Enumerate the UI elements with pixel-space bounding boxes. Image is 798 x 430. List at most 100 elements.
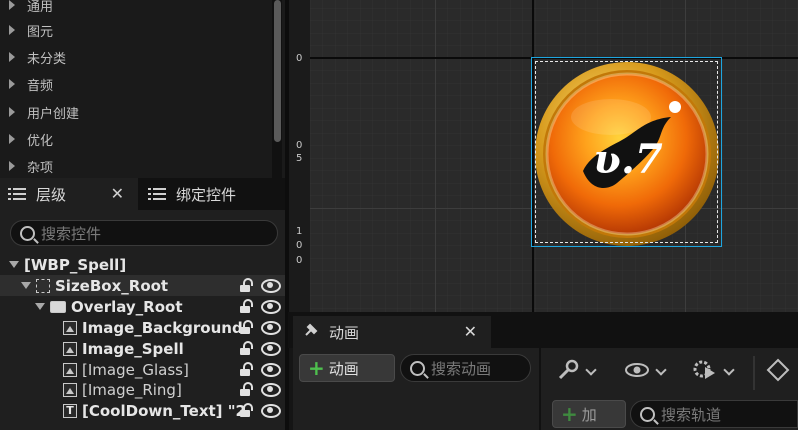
expand-arrow-icon[interactable] xyxy=(9,261,19,268)
visibility-dropdown[interactable] xyxy=(625,358,667,386)
lock-icon[interactable] xyxy=(240,320,253,334)
row-actions xyxy=(240,400,284,421)
tree-row-overlay-root[interactable]: Overlay_Root xyxy=(0,296,288,317)
tree-label: Overlay_Root xyxy=(71,297,183,316)
palette-scrollbar-thumb[interactable] xyxy=(274,0,281,142)
ruler-label: 5 xyxy=(296,153,303,164)
search-icon xyxy=(640,406,655,422)
palette-category-uncategorized[interactable]: 未分类 xyxy=(0,45,270,69)
category-label: 未分类 xyxy=(27,51,67,67)
tab-bind-widgets-label: 绑定控件 xyxy=(176,185,237,204)
visibility-eye-icon[interactable] xyxy=(261,278,281,293)
visibility-eye-icon[interactable] xyxy=(261,341,281,356)
diamond-icon xyxy=(766,358,790,387)
tree-label: SizeBox_Root xyxy=(55,276,169,295)
category-label: 音频 xyxy=(27,78,54,94)
hierarchy-tabbar: 层级 ✕ 绑定控件 xyxy=(0,178,288,210)
close-icon[interactable]: ✕ xyxy=(464,322,477,341)
widget-bounds xyxy=(535,61,718,243)
visibility-eye-icon[interactable] xyxy=(261,299,281,314)
palette-category-primitive[interactable]: 图元 xyxy=(0,18,270,42)
tree-row-image-background[interactable]: Image_Background xyxy=(0,317,288,338)
ruler-label: 0 xyxy=(296,53,303,64)
tree-row-wbp-spell[interactable]: [WBP_Spell] xyxy=(0,254,288,275)
search-widget-input[interactable]: 搜索控件 xyxy=(10,220,278,246)
palette-category-misc[interactable]: 杂项 xyxy=(0,154,270,178)
palette-category-audio[interactable]: 音频 xyxy=(0,72,270,96)
eye-icon xyxy=(625,362,649,383)
image-widget-icon xyxy=(63,320,77,335)
expand-arrow-icon[interactable] xyxy=(9,134,15,144)
expand-arrow-icon[interactable] xyxy=(9,0,15,10)
expand-arrow-icon[interactable] xyxy=(9,107,15,117)
lock-icon[interactable] xyxy=(240,362,253,376)
plus-icon: + xyxy=(308,356,325,380)
palette-category-general[interactable]: 通用 xyxy=(0,0,270,17)
list-icon xyxy=(148,187,166,201)
category-label: 优化 xyxy=(27,133,54,149)
tree-label: [WBP_Spell] xyxy=(24,255,127,274)
search-placeholder: 搜索动画 xyxy=(431,359,492,378)
search-placeholder: 搜索轨道 xyxy=(661,405,722,424)
expand-arrow-icon[interactable] xyxy=(9,161,15,171)
expand-arrow-icon[interactable] xyxy=(21,282,31,289)
lock-icon[interactable] xyxy=(240,341,253,355)
keyframe-button[interactable] xyxy=(766,358,790,386)
palette-category-user-created[interactable]: 用户创建 xyxy=(0,100,270,124)
search-track-input[interactable]: 搜索轨道 xyxy=(630,400,798,428)
toolbar-separator xyxy=(753,356,755,390)
palette-category-optimization[interactable]: 优化 xyxy=(0,127,270,151)
add-track-label: 加 xyxy=(581,405,597,424)
search-animation-input[interactable]: 搜索动画 xyxy=(400,354,531,382)
ruler-label: 1 xyxy=(296,226,303,237)
tab-animations[interactable]: 动画 ✕ xyxy=(293,316,491,348)
add-animation-button[interactable]: + 动画 xyxy=(299,354,395,382)
row-actions xyxy=(240,359,284,380)
tab-bind-widgets[interactable]: 绑定控件 xyxy=(140,178,288,210)
wrench-dropdown[interactable] xyxy=(557,358,597,386)
sizebox-icon xyxy=(36,278,50,293)
image-widget-icon xyxy=(63,362,77,377)
tree-label: Image_Background xyxy=(82,318,243,337)
category-label: 图元 xyxy=(27,24,54,40)
tree-label: [Image_Glass] xyxy=(82,360,189,379)
expand-arrow-icon[interactable] xyxy=(9,52,15,62)
visibility-eye-icon[interactable] xyxy=(261,382,281,397)
tree-row-image-ring[interactable]: [Image_Ring] xyxy=(0,379,288,400)
chevron-down-icon xyxy=(585,364,597,376)
tree-row-image-glass[interactable]: [Image_Glass] xyxy=(0,359,288,380)
category-label: 通用 xyxy=(27,0,54,15)
row-actions xyxy=(240,338,284,359)
playback-settings-dropdown[interactable] xyxy=(693,358,735,386)
visibility-eye-icon[interactable] xyxy=(261,320,281,335)
plus-icon: + xyxy=(561,402,578,426)
list-icon xyxy=(8,187,26,201)
tab-hierarchy-label: 层级 xyxy=(36,185,67,204)
close-icon[interactable]: ✕ xyxy=(111,184,124,203)
category-label: 杂项 xyxy=(27,160,54,176)
text-widget-icon: T xyxy=(63,403,77,418)
lock-icon[interactable] xyxy=(240,382,253,396)
tree-row-cooldown-text[interactable]: T [CoolDown_Text] "2 xyxy=(0,400,288,421)
tab-animations-label: 动画 xyxy=(329,323,360,342)
tree-row-image-spell[interactable]: Image_Spell xyxy=(0,338,288,359)
expand-arrow-icon[interactable] xyxy=(9,79,15,89)
visibility-eye-icon[interactable] xyxy=(261,362,281,377)
tree-row-sizebox-root[interactable]: SizeBox_Root xyxy=(0,275,288,296)
row-actions xyxy=(240,275,284,296)
add-track-button[interactable]: + 加 xyxy=(552,400,626,428)
visibility-eye-icon[interactable] xyxy=(261,403,281,418)
search-icon xyxy=(20,225,35,241)
lock-icon[interactable] xyxy=(240,299,253,313)
expand-arrow-icon[interactable] xyxy=(35,303,45,310)
panel-divider[interactable] xyxy=(285,0,289,430)
row-actions xyxy=(240,379,284,400)
lock-icon[interactable] xyxy=(240,278,253,292)
tab-hierarchy[interactable]: 层级 ✕ xyxy=(0,178,138,210)
palette-panel: 通用 图元 未分类 音频 用户创建 优化 杂项 xyxy=(0,0,288,178)
image-widget-icon xyxy=(63,382,77,397)
row-actions xyxy=(240,296,284,317)
expand-arrow-icon[interactable] xyxy=(9,25,15,35)
lock-icon[interactable] xyxy=(240,403,253,417)
pin-icon xyxy=(303,322,319,342)
